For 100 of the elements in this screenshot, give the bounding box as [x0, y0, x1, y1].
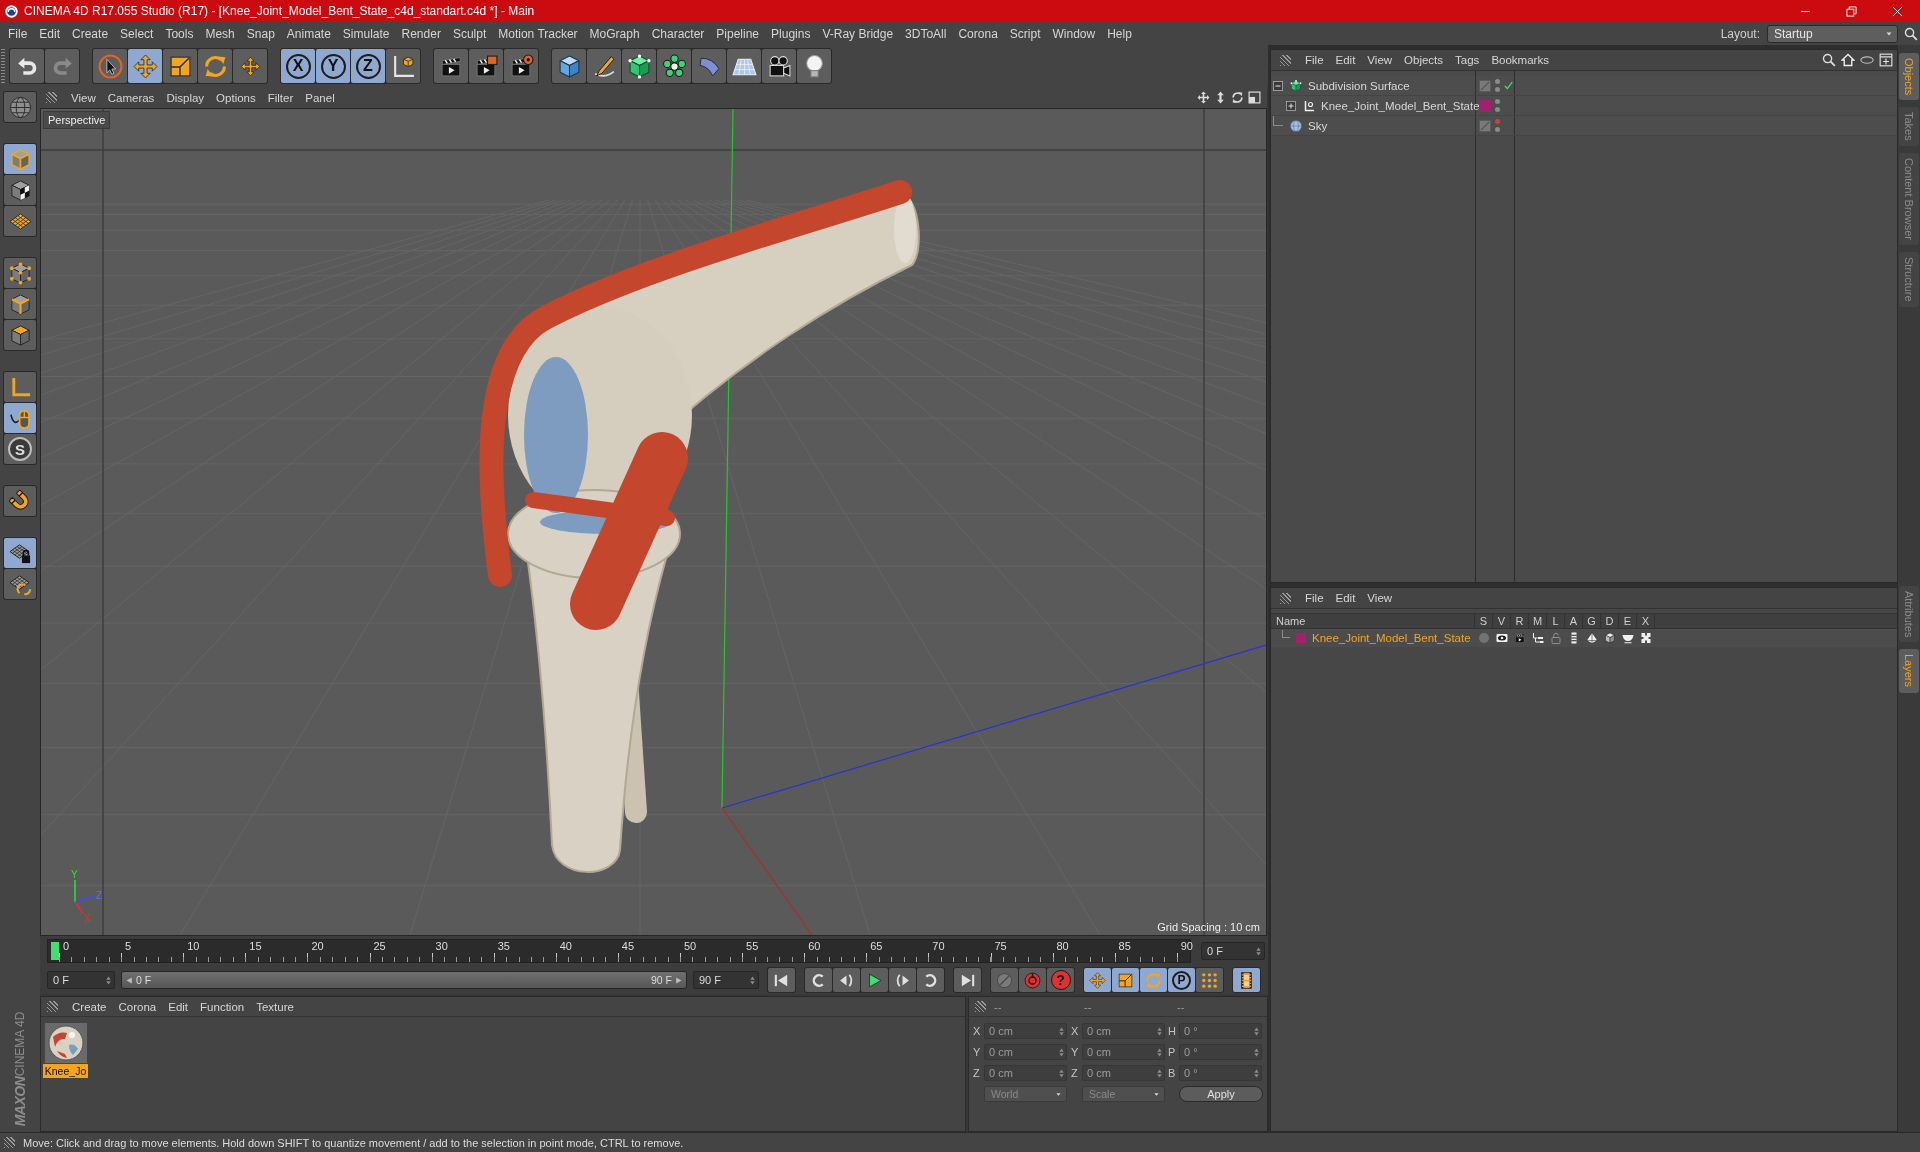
texture-button[interactable] — [4, 175, 36, 205]
grip-icon[interactable] — [1, 49, 5, 83]
menu-item[interactable]: Tools — [159, 24, 200, 43]
menu-item[interactable]: Cameras — [101, 88, 161, 107]
column-header[interactable]: E — [1619, 614, 1637, 628]
menu-item[interactable]: Options — [210, 88, 262, 107]
subdivision-button[interactable] — [622, 49, 656, 83]
editor-visibility-dot[interactable] — [1495, 119, 1500, 124]
spinner-icon[interactable] — [1256, 946, 1261, 956]
menu-item[interactable]: View — [65, 88, 102, 107]
grip-icon[interactable] — [47, 1001, 58, 1012]
workplane-lock-button[interactable] — [4, 538, 36, 568]
floor-button[interactable] — [727, 49, 761, 83]
menu-item[interactable]: Corona — [112, 997, 163, 1016]
column-header[interactable]: G — [1583, 614, 1601, 628]
panel-plus-icon[interactable] — [1879, 53, 1893, 67]
object-name[interactable]: Sky — [1308, 119, 1328, 132]
spinner-icon[interactable] — [1157, 1068, 1162, 1078]
menu-item[interactable]: File — [2, 24, 34, 43]
param-button[interactable]: P — [1168, 968, 1195, 992]
undo-button[interactable] — [10, 49, 44, 83]
layer-color-swatch[interactable] — [1479, 99, 1491, 112]
frame-range-track[interactable]: 0 F 90 F — [121, 971, 687, 989]
column-header[interactable]: D — [1601, 614, 1619, 628]
padlock-icon[interactable] — [1550, 632, 1562, 644]
bend-button[interactable] — [692, 49, 726, 83]
render-visibility-dot[interactable] — [1495, 127, 1500, 132]
menu-item[interactable]: MoGraph — [583, 24, 646, 43]
workplane-button[interactable] — [4, 206, 36, 236]
coordinate-field[interactable]: 0 ° — [1179, 1023, 1262, 1039]
menu-item[interactable]: View — [1361, 589, 1399, 607]
transform-button[interactable] — [233, 49, 267, 83]
menu-item[interactable]: Mesh — [199, 24, 241, 43]
eye-icon[interactable] — [1496, 632, 1508, 644]
spinner-icon[interactable] — [1254, 1047, 1259, 1057]
next-key-button[interactable] — [917, 968, 944, 992]
menu-item[interactable]: Create — [66, 24, 115, 43]
key-selection-button[interactable]: ? — [1047, 968, 1074, 992]
globe-button[interactable] — [4, 92, 36, 122]
start-frame-field[interactable]: 0 F — [47, 971, 115, 989]
menu-item[interactable]: Window — [1046, 24, 1102, 43]
render-visibility-dot[interactable] — [1495, 107, 1500, 112]
menu-item[interactable]: Render — [395, 24, 447, 43]
camera-button[interactable] — [762, 49, 796, 83]
prev-key-button[interactable] — [805, 968, 832, 992]
cloner-button[interactable] — [657, 49, 691, 83]
render-picture-button[interactable] — [469, 49, 503, 83]
menu-item[interactable]: Animate — [280, 24, 337, 43]
menu-item[interactable]: Panel — [299, 88, 341, 107]
play-button[interactable] — [861, 968, 888, 992]
prev-frame-button[interactable] — [833, 968, 860, 992]
edges-mode-button[interactable] — [4, 289, 36, 319]
apply-button[interactable]: Apply — [1179, 1086, 1263, 1102]
grid-rotate-button[interactable] — [4, 569, 36, 599]
playhead-handle[interactable] — [51, 942, 59, 960]
spinner-icon[interactable] — [1254, 1068, 1259, 1078]
menu-item[interactable]: Filter — [261, 88, 300, 107]
ellipse-icon[interactable] — [1860, 53, 1874, 67]
render-visibility-dot[interactable] — [1495, 87, 1500, 92]
spinner-icon[interactable] — [1254, 1026, 1259, 1036]
end-frame-field[interactable]: 90 F — [693, 971, 759, 989]
menu-item[interactable]: Bookmarks — [1485, 51, 1555, 69]
select-button[interactable] — [93, 49, 127, 83]
cup-icon[interactable] — [1622, 632, 1634, 644]
menu-item[interactable]: Simulate — [336, 24, 396, 43]
expand-box-icon[interactable] — [1286, 100, 1296, 111]
cube-button[interactable] — [552, 49, 586, 83]
coordinate-field[interactable]: 0 cm — [984, 1065, 1067, 1081]
grip-icon[interactable] — [1280, 592, 1291, 604]
tweak-button[interactable] — [4, 403, 36, 433]
dot-icon[interactable] — [1478, 632, 1490, 644]
snap-button[interactable]: S — [4, 434, 36, 464]
spinner-icon[interactable] — [106, 975, 111, 985]
grip-icon[interactable] — [975, 1001, 986, 1012]
menu-item[interactable]: View — [1361, 51, 1399, 69]
spinner-icon[interactable] — [750, 975, 755, 985]
next-frame-button[interactable] — [889, 968, 916, 992]
editor-visibility-dot[interactable] — [1495, 79, 1500, 84]
column-header[interactable]: M — [1529, 614, 1547, 628]
right-arrow-icon[interactable] — [675, 976, 682, 984]
collapse-box-icon[interactable] — [1273, 80, 1283, 91]
axis-lock-button[interactable]: X — [281, 49, 315, 83]
go-end-button[interactable] — [954, 968, 981, 992]
menu-item[interactable]: Character — [645, 24, 711, 43]
left-arrow-icon[interactable] — [126, 976, 133, 984]
menu-item[interactable]: File — [1299, 589, 1330, 607]
light-button[interactable] — [797, 49, 831, 83]
menu-item[interactable]: Edit — [162, 997, 195, 1016]
spinner-icon[interactable] — [1059, 1068, 1064, 1078]
rotate-button[interactable] — [198, 49, 232, 83]
layout-dropdown[interactable]: Startup — [1767, 24, 1898, 43]
polygons-mode-button[interactable] — [4, 320, 36, 350]
coordinate-field[interactable]: 0 ° — [1179, 1044, 1262, 1060]
editor-visibility-dot[interactable] — [1495, 99, 1500, 104]
layer-color-swatch[interactable] — [1296, 633, 1306, 643]
menu-item[interactable]: 3DToAll — [899, 24, 953, 43]
menu-item[interactable]: V-Ray Bridge — [816, 24, 900, 43]
column-header[interactable]: A — [1565, 614, 1583, 628]
viewport-3d-view[interactable]: Perspective Y Z X Grid Spacing : 10 cm — [40, 108, 1267, 936]
menu-item[interactable]: Motion Tracker — [492, 24, 584, 43]
